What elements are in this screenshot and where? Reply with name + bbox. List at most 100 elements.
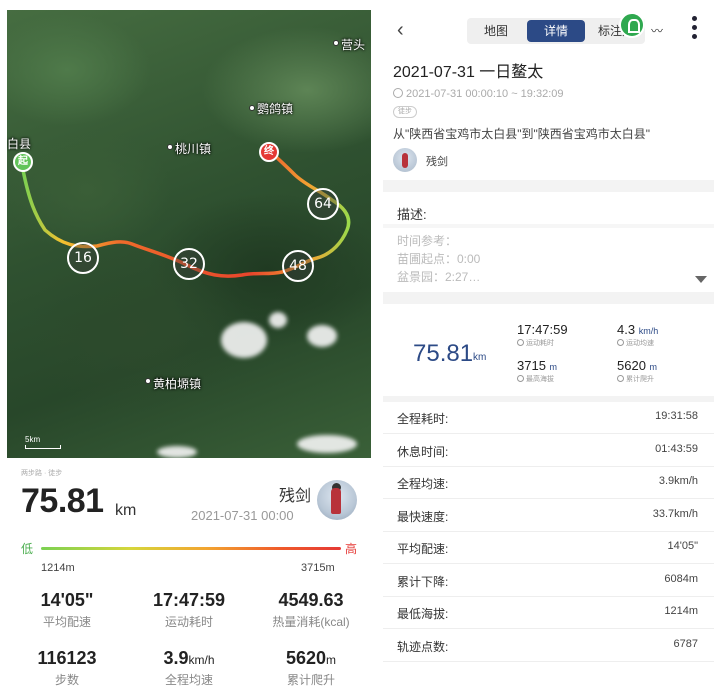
section-divider	[383, 180, 714, 192]
map-label-yinge: 鹦鸽镇	[257, 102, 294, 116]
more-options-icon[interactable]	[689, 12, 699, 46]
mini-stat-label: 运动耗时	[526, 340, 554, 347]
app-logo-icon	[619, 12, 645, 38]
stat-value: 3.9	[163, 648, 189, 668]
mini-stat-value: 4.3	[617, 322, 636, 337]
map-label-yingtou: 营头	[341, 38, 366, 52]
stat-label: 步数	[54, 673, 79, 686]
track-date: 2021-07-31 00:00	[191, 508, 294, 523]
row-label: 平均配速:	[397, 542, 449, 556]
row-value: 14'05"	[667, 540, 698, 552]
row-value: 6084m	[664, 573, 698, 585]
distance-unit: km	[115, 502, 137, 519]
section-divider	[383, 224, 714, 228]
description-line: 时间参考：	[397, 234, 458, 248]
track-detail-panel: ‹ 地图 详情 标注点 〰 2021-07-31 一日鳌太 2021-07-31…	[383, 10, 714, 686]
detail-row-track-points: 轨迹点数: 6787	[383, 630, 714, 662]
detail-row-total-descent: 累计下降: 6084m	[383, 565, 714, 597]
row-value: 33.7km/h	[652, 508, 698, 520]
author-name[interactable]: 残剑	[426, 153, 448, 169]
mini-stat-value: 5620	[617, 358, 646, 373]
track-source-label: 两步路 · 徒步	[21, 470, 63, 477]
elevation-low-label: 低	[21, 542, 34, 556]
stat-moving-time: 17:47:59 运动耗时	[129, 590, 249, 630]
altitude-icon	[517, 375, 524, 382]
stat-label: 累计爬升	[286, 673, 335, 686]
track-summary-panel: 白县 桃川镇 鹦鸽镇 黄柏塬镇 营头 起 终 16 32 48 64 5km 两…	[7, 10, 371, 686]
description-line: 盆景园：2:27…	[397, 270, 481, 284]
detail-row-avg-speed: 全程均速: 3.9km/h	[383, 467, 714, 499]
distance-value: 75.81	[413, 340, 474, 367]
detail-row-min-altitude: 最低海拔: 1214m	[383, 597, 714, 629]
mini-stat-value: 3715	[517, 358, 546, 373]
town-dot	[167, 144, 173, 150]
summary-card: 两步路 · 徒步 75.81 km 残剑 2021-07-31 00:00 低 …	[7, 458, 371, 686]
stat-label: 平均配速	[42, 615, 91, 629]
elevation-high-label: 高	[345, 542, 358, 556]
row-label: 累计下降:	[397, 575, 449, 589]
row-label: 休息时间:	[397, 445, 449, 459]
mini-stat-value: 17:47:59	[517, 322, 568, 337]
time-range: 2021-07-31 00:00:10 ~ 19:32:09	[393, 88, 564, 100]
end-pin[interactable]: 终	[259, 142, 279, 162]
row-label: 最低海拔:	[397, 607, 449, 621]
town-dot	[145, 378, 151, 384]
row-label: 轨迹点数:	[397, 640, 449, 654]
ascent-icon	[617, 375, 624, 382]
mini-stat-label: 累计爬升	[626, 376, 654, 383]
start-pin[interactable]: 起	[13, 152, 33, 172]
section-divider	[383, 292, 714, 304]
stat-value: 17:47:59	[152, 590, 226, 610]
max-elevation: 3715m	[301, 562, 335, 574]
distance-unit: km	[473, 352, 487, 363]
row-value: 6787	[673, 638, 698, 650]
clock-icon	[393, 88, 403, 98]
map-label-taochuan: 桃川镇	[175, 142, 212, 156]
route-description: 从"陕西省宝鸡市太白县"到"陕西省宝鸡市太白县"	[393, 127, 651, 141]
map-label-huangbaiyuan: 黄柏塬镇	[153, 377, 202, 391]
stat-value: 5620	[285, 648, 327, 668]
row-label: 全程耗时:	[397, 412, 449, 426]
mini-stat-label: 最高海拔	[526, 376, 554, 383]
tab-map[interactable]: 地图	[467, 18, 525, 44]
mini-stat-max-altitude: 3715 m 最高海拔	[517, 358, 557, 384]
expand-arrow-icon[interactable]	[695, 276, 707, 283]
mini-stat-moving-time: 17:47:59 运动耗时	[517, 322, 568, 348]
row-value: 19:31:58	[655, 410, 698, 422]
stat-avg-speed: 3.9km/h 全程均速	[129, 648, 249, 686]
stat-steps: 116123 步数	[7, 648, 127, 686]
stat-value: 116123	[37, 648, 97, 668]
author-avatar[interactable]	[393, 148, 417, 172]
stat-unit: m	[326, 653, 337, 667]
mini-stat-unit: m	[549, 362, 558, 372]
detail-row-total-time: 全程耗时: 19:31:58	[383, 402, 714, 434]
stat-value: 14'05"	[40, 590, 94, 610]
mini-stat-total-ascent: 5620 m 累计爬升	[617, 358, 657, 384]
timer-icon	[517, 339, 524, 346]
map-scale-label: 5km	[25, 435, 41, 444]
min-elevation: 1214m	[41, 562, 75, 574]
mini-stat-unit: m	[649, 362, 658, 372]
mini-stat-unit: km/h	[638, 326, 659, 336]
detail-row-max-speed: 最快速度: 33.7km/h	[383, 500, 714, 532]
detail-row-avg-pace: 平均配速: 14'05"	[383, 532, 714, 564]
row-value: 01:43:59	[655, 443, 698, 455]
trend-line-icon[interactable]: 〰	[651, 22, 663, 39]
map-scale: 5km	[25, 435, 61, 449]
description-heading: 描述:	[397, 207, 427, 222]
back-arrow-icon[interactable]: ‹	[397, 20, 413, 40]
town-dot	[249, 105, 255, 111]
town-dot	[333, 40, 339, 46]
km-marker-32: 32	[173, 248, 205, 280]
stat-total-ascent: 5620m 累计爬升	[251, 648, 371, 686]
row-label: 最快速度:	[397, 510, 449, 524]
distance-value: 75.81	[21, 482, 104, 520]
stat-label: 运动耗时	[164, 615, 213, 629]
avatar[interactable]	[317, 480, 357, 520]
map-label-baixian: 白县	[7, 137, 32, 151]
mini-stat-moving-speed: 4.3 km/h 运动均速	[617, 322, 658, 348]
stat-calories: 4549.63 热量消耗(kcal)	[251, 590, 371, 630]
tab-details[interactable]: 详情	[527, 20, 585, 42]
stat-label: 全程均速	[164, 673, 213, 686]
satellite-map[interactable]: 白县 桃川镇 鹦鸽镇 黄柏塬镇 营头 起 终 16 32 48 64 5km	[7, 10, 371, 458]
